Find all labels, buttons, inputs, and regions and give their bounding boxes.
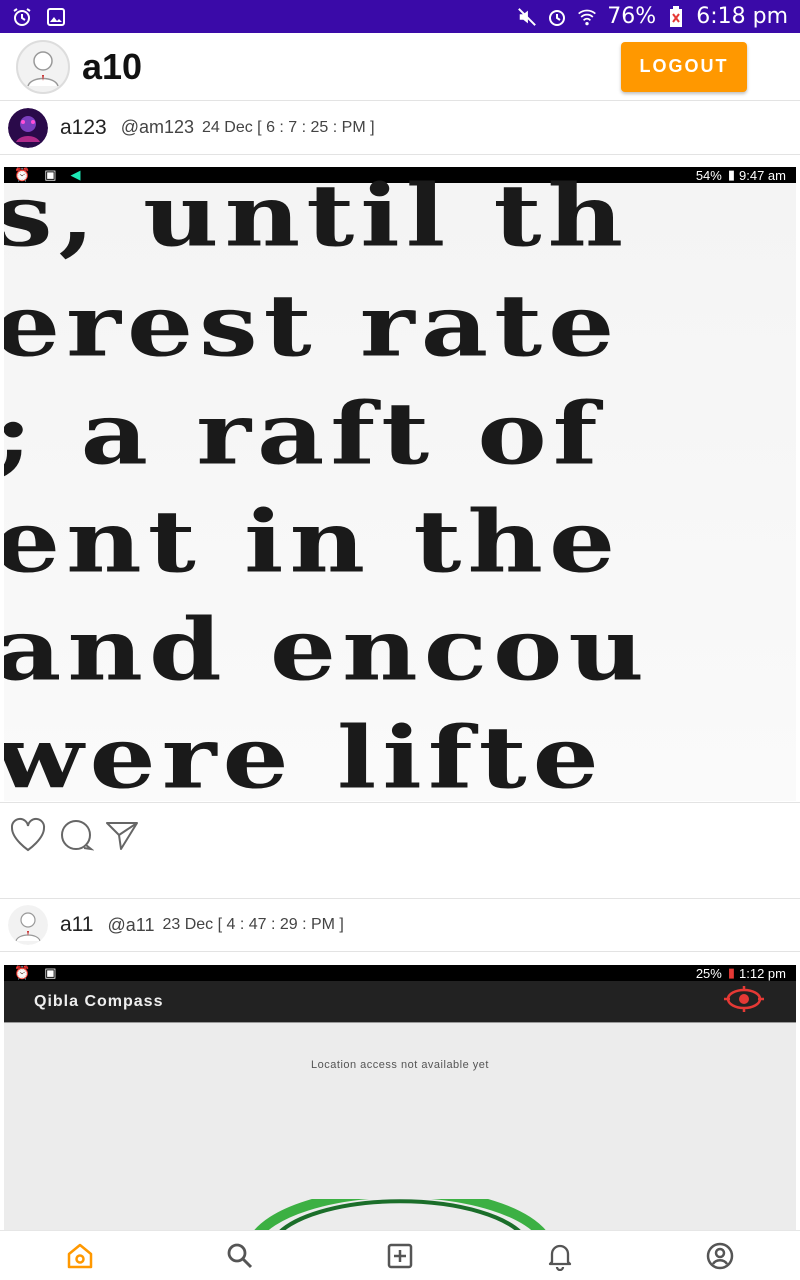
battery-icon: ▮	[727, 965, 736, 980]
alarm-icon	[547, 7, 567, 27]
screenshot-message: Location access not available yet	[311, 1059, 489, 1071]
user-avatar[interactable]	[16, 39, 70, 94]
text-line: ; a raft of	[4, 383, 604, 484]
post-author-avatar[interactable]	[8, 107, 48, 148]
post-author-avatar[interactable]	[8, 905, 48, 945]
status-bar: 76% 6:18 pm	[0, 0, 800, 33]
wifi-icon	[577, 7, 597, 27]
text-line: and encou	[4, 599, 651, 700]
location-target-icon	[722, 985, 766, 1018]
text-line: erest rate	[4, 275, 621, 376]
screenshot-battery: 54%	[695, 167, 722, 183]
app-bar: a10 LOGOUT	[0, 33, 800, 101]
screenshot-time: 9:47 am	[739, 167, 786, 183]
post-author-handle: @am123	[120, 117, 195, 137]
post-author-name[interactable]: a123	[60, 116, 107, 140]
mute-icon	[517, 7, 537, 27]
bottom-navigation	[0, 1230, 800, 1280]
screenshot-status-bar: ⏰ ▣ 25% ▮ 1:12 pm	[4, 965, 796, 981]
post-actions	[0, 802, 800, 898]
post-image[interactable]: ⏰ ▣ 25% ▮ 1:12 pm Qibla Compass Location…	[4, 965, 796, 1231]
add-post-icon[interactable]	[380, 1236, 420, 1276]
text-line: s, until th	[4, 167, 630, 266]
alarm-icon: ⏰	[14, 965, 31, 980]
gallery-icon: ▣	[44, 965, 57, 980]
like-icon[interactable]	[8, 815, 48, 860]
post-image[interactable]: ⏰ ▣ ◀ 54% ▮ 9:47 am s, until th erest ra…	[4, 167, 796, 801]
status-time: 6:18 pm	[696, 4, 788, 29]
post-header: a123 @am123 24 Dec [ 6 : 7 : 25 : PM ]	[0, 101, 800, 155]
screenshot-time: 1:12 pm	[739, 965, 786, 981]
compass-dial-icon	[253, 1199, 547, 1231]
post-author-handle: @a11	[107, 914, 155, 935]
screenshot-battery: 25%	[695, 965, 722, 981]
post-author-name[interactable]: a11	[60, 913, 93, 937]
comment-icon[interactable]	[58, 815, 95, 860]
home-icon[interactable]	[60, 1236, 100, 1276]
post-timestamp: 24 Dec [ 6 : 7 : 25 : PM ]	[202, 118, 375, 136]
alarm-icon	[12, 7, 32, 27]
share-icon[interactable]	[104, 815, 140, 860]
document-text-photo: s, until th erest rate ; a raft of ent i…	[4, 167, 796, 801]
notifications-icon[interactable]	[540, 1236, 580, 1276]
screenshot-app-bar: Qibla Compass	[4, 981, 796, 1023]
post-header: a11 @a11 23 Dec [ 4 : 47 : 29 : PM ]	[0, 898, 800, 952]
battery-percent: 76%	[607, 4, 657, 29]
current-username: a10	[82, 45, 143, 87]
battery-icon: ▮	[727, 167, 736, 182]
profile-icon[interactable]	[700, 1236, 740, 1276]
logout-button[interactable]: LOGOUT	[621, 41, 747, 92]
post-timestamp: 23 Dec [ 4 : 47 : 29 : PM ]	[162, 916, 344, 933]
search-icon[interactable]	[220, 1236, 260, 1276]
battery-icon	[666, 5, 686, 27]
text-line: were lifte	[4, 707, 605, 801]
screenshot-app-title: Qibla Compass	[34, 992, 164, 1010]
gallery-icon	[46, 7, 66, 27]
text-line: ent in the	[4, 491, 622, 592]
screenshot-content: Location access not available yet	[4, 1023, 796, 1231]
